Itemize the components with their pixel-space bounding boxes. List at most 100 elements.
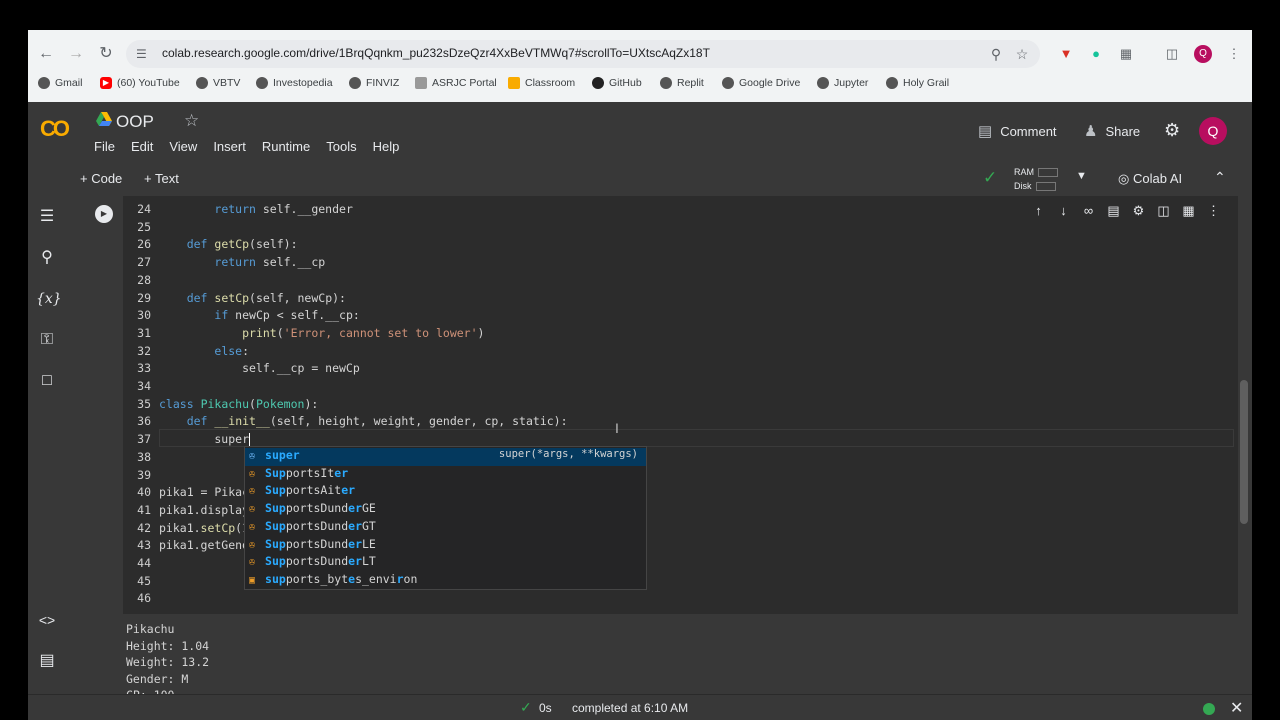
autocomplete-item[interactable]: ✇ super super(*args, **kwargs) <box>245 448 646 466</box>
code-line[interactable]: 39 <box>123 468 159 486</box>
colab-ai-button[interactable]: ◎ Colab AI <box>1118 171 1182 187</box>
variables-icon[interactable]: {x} <box>36 288 62 310</box>
code-line[interactable]: 34 <box>123 379 159 397</box>
delete-cell-icon[interactable]: ▦ <box>1180 202 1197 219</box>
bookmark-asrjc-portal[interactable]: ASRJC Portal <box>415 77 497 89</box>
code-line[interactable]: 44 <box>123 556 159 574</box>
menu-help[interactable]: Help <box>373 139 400 154</box>
autocomplete-item[interactable]: ✇ SupportsDunderGT <box>245 519 646 537</box>
code-line[interactable]: 29 def setCp(self, newCp): <box>123 291 346 309</box>
code-line[interactable]: 24 return self.__gender <box>123 202 353 220</box>
colab-logo[interactable]: CO <box>40 116 70 142</box>
menu-file[interactable]: File <box>94 139 115 154</box>
bookmark-gmail[interactable]: Gmail <box>38 77 82 89</box>
code-line[interactable]: 26 def getCp(self): <box>123 237 297 255</box>
bookmark-github[interactable]: GitHub <box>592 77 642 89</box>
add-text-button[interactable]: + Text <box>144 171 179 186</box>
code-line[interactable]: 37 super <box>123 432 251 450</box>
forward-icon[interactable]: → <box>64 42 88 66</box>
code-line[interactable]: 40 pika1 = Pikac <box>123 485 249 503</box>
bookmark-jupyter[interactable]: Jupyter <box>817 77 868 89</box>
menu-runtime[interactable]: Runtime <box>262 139 310 154</box>
code-line[interactable]: 45 <box>123 574 159 592</box>
reload-icon[interactable]: ↻ <box>94 42 118 66</box>
link-icon[interactable]: ∞ <box>1080 202 1097 219</box>
menu-insert[interactable]: Insert <box>213 139 246 154</box>
address-bar[interactable]: ☰ colab.research.google.com/drive/1BrqQq… <box>126 40 1040 68</box>
runtime-dropdown-icon[interactable]: ▼ <box>1076 170 1087 182</box>
search-icon[interactable]: ⚲ <box>36 247 58 269</box>
execution-completed-text[interactable]: completed at 6:10 AM <box>572 701 688 715</box>
code-line[interactable]: 36 def __init__(self, height, weight, ge… <box>123 414 567 432</box>
bookmark-investopedia[interactable]: Investopedia <box>256 77 333 89</box>
notebook-title[interactable]: OOP <box>116 112 154 132</box>
autocomplete-popup[interactable]: ✇ super super(*args, **kwargs) ✇ SupportsIte… <box>244 446 647 590</box>
back-icon[interactable]: ← <box>34 42 58 66</box>
bookmark-classroom[interactable]: Classroom <box>508 77 575 89</box>
side-panel-icon[interactable]: ◫ <box>1162 44 1182 64</box>
code-line[interactable]: 41 pika1.display <box>123 503 249 521</box>
grammarly-extension-icon[interactable]: ● <box>1086 44 1106 64</box>
code-line[interactable]: 46 <box>123 591 159 609</box>
site-info-icon[interactable]: ☰ <box>136 46 152 62</box>
mirror-cell-icon[interactable]: ◫ <box>1155 202 1172 219</box>
account-avatar[interactable]: Q <box>1199 117 1227 145</box>
pocket-extension-icon[interactable]: ▼ <box>1056 44 1076 64</box>
code-line[interactable]: 43 pika1.getGend <box>123 538 249 556</box>
bookmark-vbtv[interactable]: VBTV <box>196 77 240 89</box>
autocomplete-item[interactable]: ✇ SupportsDunderLT <box>245 554 646 572</box>
share-button[interactable]: ♟ Share <box>1084 122 1140 140</box>
move-down-icon[interactable]: ↓ <box>1055 202 1072 219</box>
menu-edit[interactable]: Edit <box>131 139 153 154</box>
globe-icon <box>660 77 672 89</box>
code-line[interactable]: 28 <box>123 273 159 291</box>
code-line[interactable]: 32 else: <box>123 344 249 362</box>
close-icon[interactable]: ✕ <box>1230 698 1243 718</box>
url-text[interactable]: colab.research.google.com/drive/1BrqQqnk… <box>162 46 710 60</box>
menu-tools[interactable]: Tools <box>326 139 356 154</box>
move-up-icon[interactable]: ↑ <box>1030 202 1047 219</box>
bookmark-replit[interactable]: Replit <box>660 77 704 89</box>
comment-cell-icon[interactable]: ▤ <box>1105 202 1122 219</box>
browser-menu-icon[interactable]: ⋮ <box>1224 44 1244 64</box>
profile-avatar[interactable]: Q <box>1194 45 1212 63</box>
menu-view[interactable]: View <box>169 139 197 154</box>
scrollbar-thumb[interactable] <box>1240 380 1248 524</box>
google-drive-icon[interactable] <box>96 112 112 126</box>
code-line[interactable]: 30 if newCp < self.__cp: <box>123 308 360 326</box>
add-code-button[interactable]: + Code <box>80 171 122 186</box>
extensions-icon[interactable]: ▦ <box>1116 44 1136 64</box>
code-line[interactable]: 35 class Pikachu(Pokemon): <box>123 397 318 415</box>
table-of-contents-icon[interactable]: ☰ <box>36 206 58 228</box>
code-line[interactable]: 31 print('Error, cannot set to lower') <box>123 326 484 344</box>
code-line[interactable]: 33 self.__cp = newCp <box>123 361 360 379</box>
autocomplete-item[interactable]: ▣ supports_bytes_environ <box>245 572 646 590</box>
star-icon[interactable]: ☆ <box>184 111 199 131</box>
cell-settings-icon[interactable]: ⚙ <box>1130 202 1147 219</box>
autocomplete-item[interactable]: ✇ SupportsAiter <box>245 483 646 501</box>
comment-button[interactable]: ▤ Comment <box>978 122 1057 140</box>
code-line[interactable]: 27 return self.__cp <box>123 255 325 273</box>
settings-button[interactable]: ⚙ <box>1164 120 1180 141</box>
collapse-header-icon[interactable]: ⌃ <box>1214 169 1226 186</box>
command-palette-icon[interactable]: ▤ <box>36 650 58 672</box>
connected-check-icon[interactable]: ✓ <box>983 168 997 188</box>
code-line[interactable]: 25 <box>123 220 159 238</box>
bookmark-youtube[interactable]: ▶ (60) YouTube <box>100 77 180 89</box>
autocomplete-item[interactable]: ✇ SupportsDunderLE <box>245 537 646 555</box>
files-folder-icon[interactable]: □ <box>36 370 58 392</box>
autocomplete-item[interactable]: ✇ SupportsIter <box>245 466 646 484</box>
code-line[interactable]: 42 pika1.setCp(1 <box>123 521 249 539</box>
autocomplete-item[interactable]: ✇ SupportsDunderGE <box>245 501 646 519</box>
resource-monitor[interactable]: RAM Disk <box>1014 165 1058 193</box>
run-cell-button[interactable]: ▶ <box>95 205 113 223</box>
more-options-icon[interactable]: ⋮ <box>1205 202 1222 219</box>
zoom-icon[interactable]: ⚲ <box>986 44 1006 64</box>
bookmark-star-icon[interactable]: ☆ <box>1012 44 1032 64</box>
code-line[interactable]: 38 <box>123 450 159 468</box>
bookmark-finviz[interactable]: FINVIZ <box>349 77 399 89</box>
bookmark-holy-grail[interactable]: Holy Grail <box>886 77 949 89</box>
code-snippets-icon[interactable]: <> <box>36 609 58 631</box>
secrets-key-icon[interactable]: ⚿ <box>36 329 58 351</box>
bookmark-google-drive[interactable]: Google Drive <box>722 77 800 89</box>
